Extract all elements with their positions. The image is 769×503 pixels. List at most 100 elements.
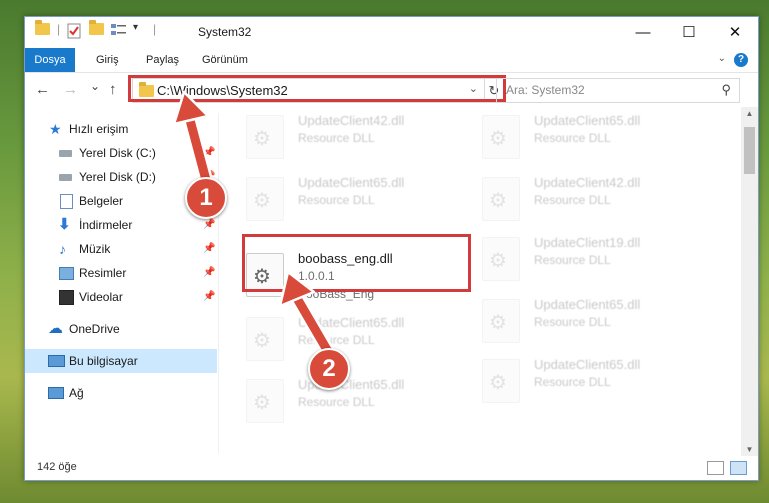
dll-file-icon (482, 299, 520, 343)
up-button[interactable]: ↑ (109, 81, 117, 98)
dll-file-icon (246, 379, 284, 423)
step-2-badge: 2 (308, 348, 350, 390)
separator-icon: | (153, 22, 157, 36)
scroll-down-icon[interactable]: ▼ (741, 445, 758, 454)
item-count: 142 öğe (37, 461, 77, 473)
search-icon[interactable]: ⚲ (721, 82, 731, 98)
help-button[interactable]: ? (734, 53, 748, 67)
sidebar-item-label: Videolar (79, 290, 123, 304)
step-1-badge: 1 (185, 177, 227, 219)
scrollbar-thumb[interactable] (744, 127, 755, 174)
sidebar-item-label: Yerel Disk (C:) (79, 146, 156, 160)
file-item[interactable]: UpdateClient65.dll Resource DLL (246, 173, 476, 229)
dll-file-icon (246, 177, 284, 221)
file-name: UpdateClient42.dll (298, 113, 405, 128)
quick-access-dropdown-icon[interactable]: ▾ (133, 22, 138, 40)
file-type: Resource DLL (298, 193, 375, 207)
file-item[interactable]: UpdateClient65.dll Resource DLL (482, 295, 712, 351)
search-placeholder: Ara: System32 (506, 83, 585, 97)
file-item[interactable]: UpdateClient42.dll Resource DLL (482, 173, 712, 229)
file-item[interactable]: UpdateClient65.dll Resource DLL (246, 375, 476, 431)
sidebar-item-indirmeler[interactable]: ⬇ İndirmeler 📌 (25, 213, 217, 237)
sidebar-item-label: Müzik (79, 242, 111, 256)
sidebar-item-videolar[interactable]: Videolar 📌 (25, 285, 217, 309)
vertical-scrollbar[interactable]: ▲ ▼ (741, 107, 758, 456)
dll-file-icon (482, 359, 520, 403)
title-bar: | ▾ | System32 — ☐ ✕ (25, 17, 758, 48)
file-type: Resource DLL (534, 131, 611, 145)
network-icon (48, 387, 64, 399)
search-box[interactable]: Ara: System32 ⚲ (496, 78, 740, 103)
file-name: UpdateClient65.dll (534, 357, 641, 372)
file-name: UpdateClient65.dll (534, 297, 641, 312)
sidebar-item-onedrive[interactable]: ☁ OneDrive (25, 317, 217, 341)
close-button[interactable]: ✕ (712, 17, 758, 48)
video-icon (59, 290, 74, 305)
file-type: Resource DLL (534, 375, 611, 389)
pin-icon: 📌 (203, 267, 216, 278)
file-type: Resource DLL (534, 315, 611, 329)
dll-file-icon (482, 237, 520, 281)
documents-icon (60, 194, 73, 209)
new-folder-icon[interactable] (89, 20, 104, 41)
pictures-icon (59, 267, 74, 280)
ribbon-expand-icon[interactable]: ⌄ (718, 53, 726, 64)
view-options-icon[interactable] (111, 23, 127, 41)
sidebar-item-label: Hızlı erişim (69, 122, 129, 136)
file-item[interactable]: UpdateClient65.dll Resource DLL (482, 111, 712, 167)
file-name: UpdateClient42.dll (534, 175, 641, 190)
pin-icon: 📌 (203, 243, 216, 254)
file-type: Resource DLL (298, 131, 375, 145)
file-name: UpdateClient65.dll (534, 113, 641, 128)
sidebar-item-label: Belgeler (79, 194, 124, 208)
forward-button[interactable]: → (63, 81, 78, 98)
tab-gorunum[interactable]: Görünüm (202, 48, 248, 72)
file-item[interactable]: UpdateClient65.dll Resource DLL (482, 355, 712, 411)
scroll-up-icon[interactable]: ▲ (741, 109, 758, 118)
file-type: Resource DLL (298, 395, 375, 409)
minimize-button[interactable]: — (620, 17, 666, 48)
sidebar-item-bu-bilgisayar[interactable]: Bu bilgisayar (25, 349, 217, 373)
tab-giris[interactable]: Giriş (96, 48, 119, 72)
file-name: UpdateClient65.dll (298, 175, 405, 190)
drive-icon (59, 150, 72, 157)
sidebar-item-label: Bu bilgisayar (69, 354, 138, 368)
sidebar-item-label: Ağ (69, 386, 84, 400)
pin-icon: 📌 (203, 291, 216, 302)
sidebar-item-ag[interactable]: Ağ (25, 381, 217, 405)
dll-file-icon (482, 177, 520, 221)
drive-icon (59, 174, 72, 181)
properties-icon[interactable] (67, 23, 81, 41)
tab-dosya[interactable]: Dosya (25, 48, 75, 72)
sidebar-item-label: Resimler (79, 266, 127, 280)
sidebar-item-resimler[interactable]: Resimler 📌 (25, 261, 217, 285)
file-item[interactable]: UpdateClient19.dll Resource DLL (482, 233, 712, 289)
star-icon: ★ (49, 121, 62, 137)
separator-icon: | (57, 22, 61, 36)
details-view-icon[interactable] (707, 461, 724, 475)
file-type: Resource DLL (534, 253, 611, 267)
sidebar-item-label: İndirmeler (79, 218, 133, 232)
ribbon-tabs: Dosya Giriş Paylaş Görünüm ⌄ ? (25, 48, 758, 73)
cloud-icon: ☁ (48, 320, 63, 337)
navigation-bar: ← → ⌄ ↑ C:\Windows\System32 ⌄ ↻ Ara: Sys… (25, 73, 758, 107)
computer-icon (48, 355, 65, 367)
download-icon: ⬇ (58, 216, 71, 233)
sidebar-item-label: Yerel Disk (D:) (79, 170, 156, 184)
sidebar-item-label: OneDrive (69, 322, 120, 336)
window-title: System32 (198, 25, 252, 39)
folder-icon (35, 20, 50, 41)
maximize-button[interactable]: ☐ (666, 17, 712, 48)
dll-file-icon (246, 115, 284, 159)
music-icon: ♪ (59, 241, 66, 257)
back-button[interactable]: ← (35, 81, 50, 98)
sidebar-item-muzik[interactable]: ♪ Müzik 📌 (25, 237, 217, 261)
tab-paylas[interactable]: Paylaş (146, 48, 179, 72)
status-bar: 142 öğe (25, 456, 758, 480)
file-type: Resource DLL (534, 193, 611, 207)
file-name: UpdateClient19.dll (534, 235, 641, 250)
dll-file-icon (482, 115, 520, 159)
large-icons-view-icon[interactable] (730, 461, 747, 475)
recent-locations-button[interactable]: ⌄ (90, 79, 100, 93)
file-item[interactable]: UpdateClient42.dll Resource DLL (246, 111, 476, 167)
